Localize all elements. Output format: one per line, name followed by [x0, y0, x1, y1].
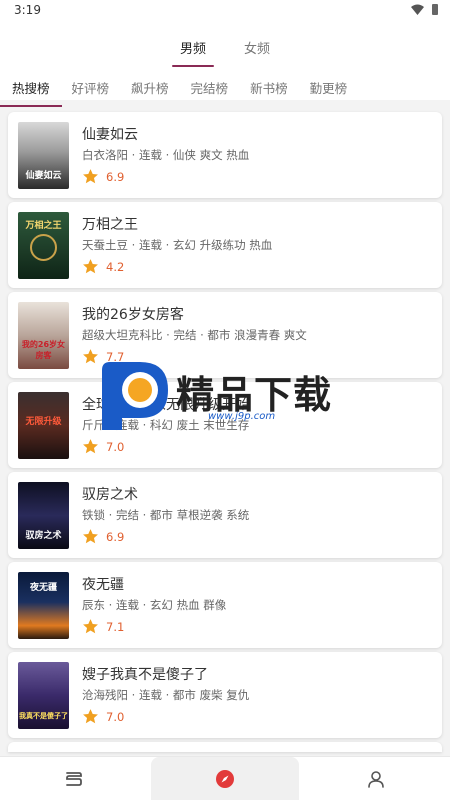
- book-rating: 6.9: [82, 168, 124, 185]
- book-card[interactable]: 我的26岁女房客 我的26岁女房客 超级大坦克科比 · 完结 · 都市 浪漫青春…: [8, 292, 442, 378]
- status-bar: 3:19: [0, 0, 450, 22]
- battery-icon: [432, 4, 438, 15]
- book-cover: 驭房之术: [18, 482, 69, 549]
- header: 男频 女频 热搜榜 好评榜 飙升榜 完结榜 新书榜 勤更榜: [0, 22, 450, 107]
- cover-title: 我真不是傻子了: [19, 712, 68, 720]
- tab-new-books[interactable]: 新书榜: [250, 76, 288, 105]
- book-card[interactable]: 无限升级 全球废土：从无限升级开始 斤斤 · 连载 · 科幻 废土 末世生存 7…: [8, 382, 442, 468]
- book-score: 7.7: [106, 349, 125, 364]
- book-title: 全球废土：从无限升级开始: [82, 397, 250, 413]
- book-title: 万相之王: [82, 217, 138, 233]
- book-title: 仙妻如云: [82, 127, 138, 143]
- book-card-partial[interactable]: [8, 742, 442, 752]
- nav-bookshelf[interactable]: [0, 757, 147, 800]
- cover-title: 我的26岁女房客: [21, 340, 66, 360]
- book-rating: 7.7: [82, 348, 124, 365]
- book-score: 6.9: [106, 169, 125, 184]
- tab-female[interactable]: 女频: [236, 36, 278, 67]
- book-cover: 仙妻如云: [18, 122, 69, 189]
- book-score: 7.1: [106, 619, 125, 634]
- book-cover: 我真不是傻子了: [18, 662, 69, 729]
- compass-icon: [215, 769, 234, 788]
- bookshelf-icon: [65, 771, 82, 786]
- book-card[interactable]: 我真不是傻子了 嫂子我真不是傻子了 沧海残阳 · 连载 · 都市 废柴 复仇 7…: [8, 652, 442, 738]
- book-title: 夜无疆: [82, 577, 124, 593]
- book-card[interactable]: 驭房之术 驭房之术 铁锁 · 完结 · 都市 草根逆袭 系统 6.9: [8, 472, 442, 558]
- star-icon: [83, 169, 98, 184]
- book-cover: 无限升级: [18, 392, 69, 459]
- status-icons: [411, 4, 438, 15]
- gender-tabs: 男频 女频: [0, 36, 450, 67]
- star-icon: [83, 529, 98, 544]
- bottom-nav: [0, 756, 450, 800]
- book-cover: 夜无疆: [18, 572, 69, 639]
- star-icon: [83, 259, 98, 274]
- cover-title: 无限升级: [25, 417, 62, 427]
- book-meta: 斤斤 · 连载 · 科幻 废土 末世生存: [82, 418, 250, 432]
- nav-discover[interactable]: [151, 757, 299, 800]
- book-cover: 万相之王: [18, 212, 69, 279]
- cover-title: 夜无疆: [29, 583, 57, 593]
- book-card[interactable]: 夜无疆 夜无疆 辰东 · 连载 · 玄幻 热血 群像 7.1: [8, 562, 442, 648]
- cover-title: 驭房之术: [25, 531, 62, 541]
- book-score: 7.0: [106, 439, 125, 454]
- book-meta: 沧海残阳 · 连载 · 都市 废柴 复仇: [82, 688, 250, 702]
- tab-rising[interactable]: 飙升榜: [131, 76, 169, 105]
- book-meta: 辰东 · 连载 · 玄幻 热血 群像: [82, 598, 227, 612]
- book-rating: 7.0: [82, 438, 124, 455]
- book-list: 仙妻如云 仙妻如云 白衣洛阳 · 连载 · 仙侠 爽文 热血 6.9 万相之王 …: [8, 112, 442, 752]
- tab-frequent-updates[interactable]: 勤更榜: [310, 76, 348, 105]
- cover-title: 仙妻如云: [25, 171, 62, 181]
- star-icon: [83, 439, 98, 454]
- tab-completed[interactable]: 完结榜: [191, 76, 229, 105]
- book-cover: 我的26岁女房客: [18, 302, 69, 369]
- book-title: 嫂子我真不是傻子了: [82, 667, 208, 683]
- tab-male[interactable]: 男频: [171, 36, 215, 67]
- nav-profile[interactable]: [303, 757, 450, 800]
- tab-good-reviews[interactable]: 好评榜: [72, 76, 110, 105]
- book-meta: 超级大坦克科比 · 完结 · 都市 浪漫青春 爽文: [82, 328, 307, 342]
- book-title: 我的26岁女房客: [82, 307, 184, 323]
- book-rating: 4.2: [82, 258, 124, 275]
- book-card[interactable]: 仙妻如云 仙妻如云 白衣洛阳 · 连载 · 仙侠 爽文 热血 6.9: [8, 112, 442, 198]
- book-meta: 白衣洛阳 · 连载 · 仙侠 爽文 热血: [82, 148, 250, 162]
- wifi-icon: [411, 4, 424, 15]
- status-time: 3:19: [14, 3, 41, 17]
- book-score: 6.9: [106, 529, 125, 544]
- book-score: 4.2: [106, 259, 125, 274]
- book-card[interactable]: 万相之王 万相之王 天蚕土豆 · 连载 · 玄幻 升级练功 热血 4.2: [8, 202, 442, 288]
- star-icon: [83, 619, 98, 634]
- book-meta: 天蚕土豆 · 连载 · 玄幻 升级练功 热血: [82, 238, 273, 252]
- book-rating: 6.9: [82, 528, 124, 545]
- book-rating: 7.1: [82, 618, 124, 635]
- user-icon: [368, 770, 385, 788]
- book-score: 7.0: [106, 709, 125, 724]
- star-icon: [83, 709, 98, 724]
- tab-hot-search[interactable]: 热搜榜: [0, 76, 61, 107]
- star-icon: [83, 349, 98, 364]
- rank-tabs: 热搜榜 好评榜 飙升榜 完结榜 新书榜 勤更榜: [0, 76, 450, 107]
- book-title: 驭房之术: [82, 487, 138, 503]
- book-meta: 铁锁 · 完结 · 都市 草根逆袭 系统: [82, 508, 250, 522]
- book-rating: 7.0: [82, 708, 124, 725]
- cover-title: 万相之王: [25, 221, 62, 231]
